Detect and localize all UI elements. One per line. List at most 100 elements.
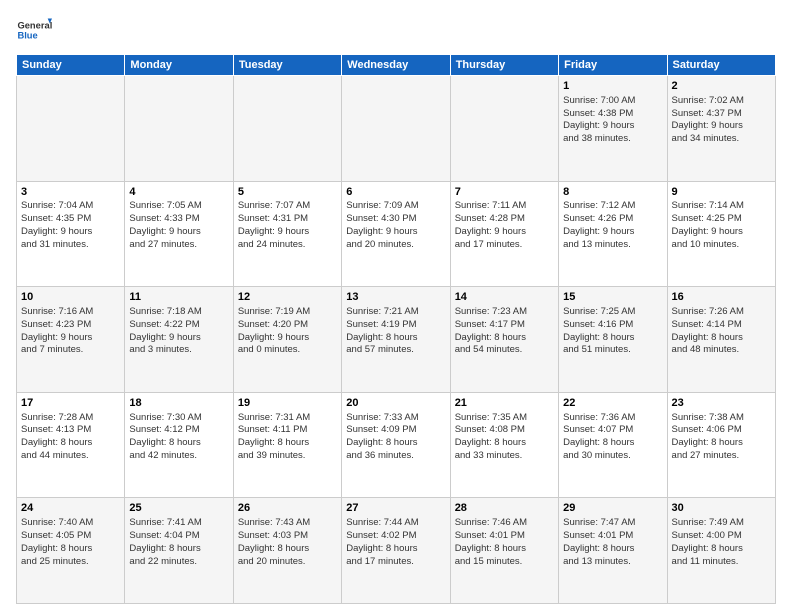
day-detail: Sunrise: 7:14 AM Sunset: 4:25 PM Dayligh…: [672, 200, 771, 251]
logo-svg: General Blue: [16, 12, 52, 48]
calendar-day-cell: 21Sunrise: 7:35 AM Sunset: 4:08 PM Dayli…: [450, 392, 558, 498]
day-detail: Sunrise: 7:00 AM Sunset: 4:38 PM Dayligh…: [563, 95, 662, 146]
calendar-day-cell: 14Sunrise: 7:23 AM Sunset: 4:17 PM Dayli…: [450, 287, 558, 393]
calendar-week-row: 17Sunrise: 7:28 AM Sunset: 4:13 PM Dayli…: [17, 392, 776, 498]
calendar-day-cell: 5Sunrise: 7:07 AM Sunset: 4:31 PM Daylig…: [233, 181, 341, 287]
calendar-day-cell: [342, 76, 450, 182]
calendar-day-cell: 3Sunrise: 7:04 AM Sunset: 4:35 PM Daylig…: [17, 181, 125, 287]
day-detail: Sunrise: 7:46 AM Sunset: 4:01 PM Dayligh…: [455, 517, 554, 568]
day-number: 17: [21, 396, 120, 411]
day-detail: Sunrise: 7:11 AM Sunset: 4:28 PM Dayligh…: [455, 200, 554, 251]
day-number: 28: [455, 501, 554, 516]
day-number: 20: [346, 396, 445, 411]
day-detail: Sunrise: 7:38 AM Sunset: 4:06 PM Dayligh…: [672, 412, 771, 463]
day-number: 16: [672, 290, 771, 305]
day-number: 8: [563, 185, 662, 200]
calendar-day-cell: 10Sunrise: 7:16 AM Sunset: 4:23 PM Dayli…: [17, 287, 125, 393]
calendar-day-cell: 9Sunrise: 7:14 AM Sunset: 4:25 PM Daylig…: [667, 181, 775, 287]
calendar-day-cell: 7Sunrise: 7:11 AM Sunset: 4:28 PM Daylig…: [450, 181, 558, 287]
calendar-day-cell: 27Sunrise: 7:44 AM Sunset: 4:02 PM Dayli…: [342, 498, 450, 604]
calendar-week-row: 1Sunrise: 7:00 AM Sunset: 4:38 PM Daylig…: [17, 76, 776, 182]
day-number: 19: [238, 396, 337, 411]
day-number: 22: [563, 396, 662, 411]
day-number: 11: [129, 290, 228, 305]
calendar-day-cell: 23Sunrise: 7:38 AM Sunset: 4:06 PM Dayli…: [667, 392, 775, 498]
day-detail: Sunrise: 7:47 AM Sunset: 4:01 PM Dayligh…: [563, 517, 662, 568]
calendar-day-cell: 6Sunrise: 7:09 AM Sunset: 4:30 PM Daylig…: [342, 181, 450, 287]
calendar-day-cell: 12Sunrise: 7:19 AM Sunset: 4:20 PM Dayli…: [233, 287, 341, 393]
day-of-week-header: Monday: [125, 55, 233, 76]
calendar-day-cell: [125, 76, 233, 182]
day-detail: Sunrise: 7:23 AM Sunset: 4:17 PM Dayligh…: [455, 306, 554, 357]
calendar-day-cell: 24Sunrise: 7:40 AM Sunset: 4:05 PM Dayli…: [17, 498, 125, 604]
svg-text:General: General: [17, 21, 52, 31]
day-detail: Sunrise: 7:26 AM Sunset: 4:14 PM Dayligh…: [672, 306, 771, 357]
day-detail: Sunrise: 7:21 AM Sunset: 4:19 PM Dayligh…: [346, 306, 445, 357]
day-detail: Sunrise: 7:04 AM Sunset: 4:35 PM Dayligh…: [21, 200, 120, 251]
calendar-week-row: 3Sunrise: 7:04 AM Sunset: 4:35 PM Daylig…: [17, 181, 776, 287]
day-detail: Sunrise: 7:25 AM Sunset: 4:16 PM Dayligh…: [563, 306, 662, 357]
day-number: 14: [455, 290, 554, 305]
day-number: 21: [455, 396, 554, 411]
calendar-day-cell: 13Sunrise: 7:21 AM Sunset: 4:19 PM Dayli…: [342, 287, 450, 393]
day-detail: Sunrise: 7:31 AM Sunset: 4:11 PM Dayligh…: [238, 412, 337, 463]
day-detail: Sunrise: 7:43 AM Sunset: 4:03 PM Dayligh…: [238, 517, 337, 568]
day-number: 23: [672, 396, 771, 411]
day-number: 29: [563, 501, 662, 516]
day-number: 13: [346, 290, 445, 305]
day-number: 6: [346, 185, 445, 200]
calendar-day-cell: 16Sunrise: 7:26 AM Sunset: 4:14 PM Dayli…: [667, 287, 775, 393]
calendar-day-cell: 30Sunrise: 7:49 AM Sunset: 4:00 PM Dayli…: [667, 498, 775, 604]
day-number: 3: [21, 185, 120, 200]
calendar-day-cell: 4Sunrise: 7:05 AM Sunset: 4:33 PM Daylig…: [125, 181, 233, 287]
day-of-week-header: Saturday: [667, 55, 775, 76]
calendar-day-cell: 22Sunrise: 7:36 AM Sunset: 4:07 PM Dayli…: [559, 392, 667, 498]
calendar-week-row: 10Sunrise: 7:16 AM Sunset: 4:23 PM Dayli…: [17, 287, 776, 393]
day-number: 24: [21, 501, 120, 516]
day-number: 25: [129, 501, 228, 516]
day-detail: Sunrise: 7:41 AM Sunset: 4:04 PM Dayligh…: [129, 517, 228, 568]
calendar-day-cell: 2Sunrise: 7:02 AM Sunset: 4:37 PM Daylig…: [667, 76, 775, 182]
calendar-day-cell: 20Sunrise: 7:33 AM Sunset: 4:09 PM Dayli…: [342, 392, 450, 498]
calendar-day-cell: 26Sunrise: 7:43 AM Sunset: 4:03 PM Dayli…: [233, 498, 341, 604]
day-number: 5: [238, 185, 337, 200]
day-of-week-header: Friday: [559, 55, 667, 76]
day-detail: Sunrise: 7:18 AM Sunset: 4:22 PM Dayligh…: [129, 306, 228, 357]
day-number: 2: [672, 79, 771, 94]
day-number: 1: [563, 79, 662, 94]
calendar-day-cell: 11Sunrise: 7:18 AM Sunset: 4:22 PM Dayli…: [125, 287, 233, 393]
calendar-day-cell: 29Sunrise: 7:47 AM Sunset: 4:01 PM Dayli…: [559, 498, 667, 604]
day-detail: Sunrise: 7:44 AM Sunset: 4:02 PM Dayligh…: [346, 517, 445, 568]
day-of-week-header: Sunday: [17, 55, 125, 76]
day-detail: Sunrise: 7:07 AM Sunset: 4:31 PM Dayligh…: [238, 200, 337, 251]
page: General Blue SundayMondayTuesdayWednesda…: [0, 0, 792, 612]
day-number: 18: [129, 396, 228, 411]
day-detail: Sunrise: 7:36 AM Sunset: 4:07 PM Dayligh…: [563, 412, 662, 463]
calendar-day-cell: 8Sunrise: 7:12 AM Sunset: 4:26 PM Daylig…: [559, 181, 667, 287]
day-detail: Sunrise: 7:49 AM Sunset: 4:00 PM Dayligh…: [672, 517, 771, 568]
calendar-table: SundayMondayTuesdayWednesdayThursdayFrid…: [16, 54, 776, 604]
calendar-day-cell: [233, 76, 341, 182]
day-number: 7: [455, 185, 554, 200]
day-detail: Sunrise: 7:19 AM Sunset: 4:20 PM Dayligh…: [238, 306, 337, 357]
header: General Blue: [16, 12, 776, 48]
day-number: 12: [238, 290, 337, 305]
day-number: 15: [563, 290, 662, 305]
day-of-week-header: Wednesday: [342, 55, 450, 76]
day-detail: Sunrise: 7:33 AM Sunset: 4:09 PM Dayligh…: [346, 412, 445, 463]
day-number: 26: [238, 501, 337, 516]
day-of-week-header: Tuesday: [233, 55, 341, 76]
calendar-week-row: 24Sunrise: 7:40 AM Sunset: 4:05 PM Dayli…: [17, 498, 776, 604]
day-detail: Sunrise: 7:40 AM Sunset: 4:05 PM Dayligh…: [21, 517, 120, 568]
calendar-day-cell: 18Sunrise: 7:30 AM Sunset: 4:12 PM Dayli…: [125, 392, 233, 498]
calendar-day-cell: [450, 76, 558, 182]
day-number: 9: [672, 185, 771, 200]
day-detail: Sunrise: 7:35 AM Sunset: 4:08 PM Dayligh…: [455, 412, 554, 463]
day-detail: Sunrise: 7:12 AM Sunset: 4:26 PM Dayligh…: [563, 200, 662, 251]
day-detail: Sunrise: 7:09 AM Sunset: 4:30 PM Dayligh…: [346, 200, 445, 251]
calendar-header-row: SundayMondayTuesdayWednesdayThursdayFrid…: [17, 55, 776, 76]
calendar-day-cell: 28Sunrise: 7:46 AM Sunset: 4:01 PM Dayli…: [450, 498, 558, 604]
logo: General Blue: [16, 12, 52, 48]
svg-text:Blue: Blue: [17, 31, 37, 41]
day-detail: Sunrise: 7:30 AM Sunset: 4:12 PM Dayligh…: [129, 412, 228, 463]
